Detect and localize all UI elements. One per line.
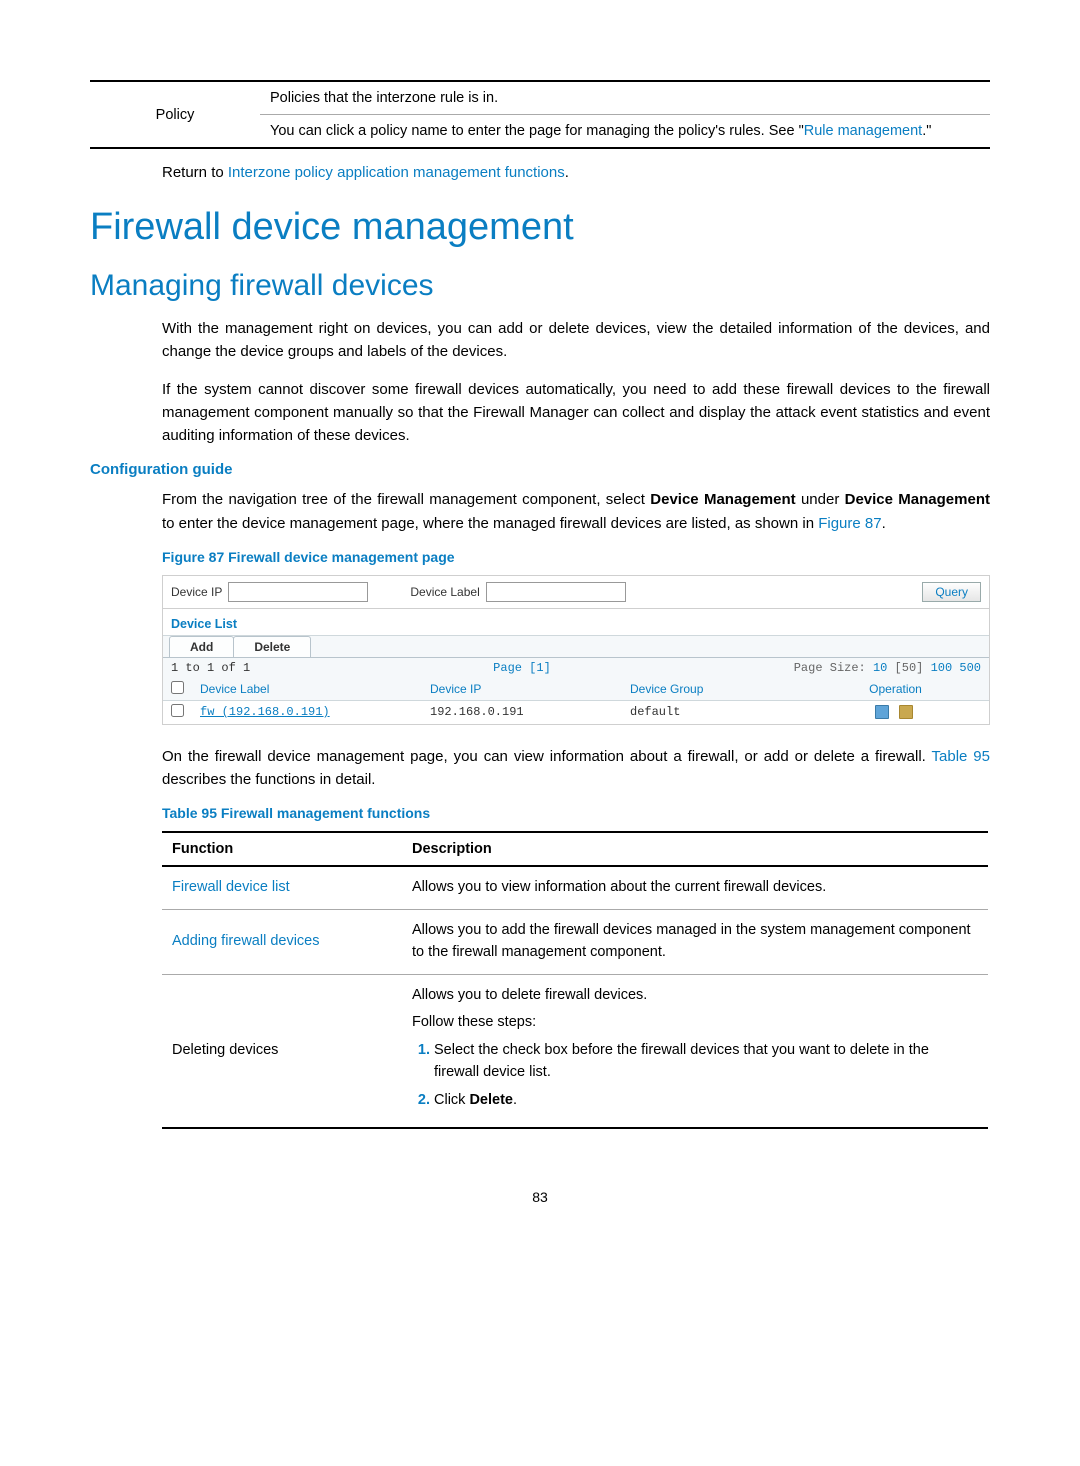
adding-firewall-devices-link[interactable]: Adding firewall devices bbox=[172, 933, 320, 949]
row-device-ip: 192.168.0.191 bbox=[422, 700, 622, 724]
figure-87-link[interactable]: Figure 87 bbox=[818, 515, 881, 532]
para4-b: describes the functions in detail. bbox=[162, 771, 375, 788]
page-size-50: [50] bbox=[887, 661, 930, 675]
cfg-a: From the navigation tree of the firewall… bbox=[162, 491, 650, 508]
device-ip-label: Device IP bbox=[171, 585, 222, 599]
device-list-toolbar: Add Delete bbox=[163, 636, 989, 658]
r3-step2: Click Delete. bbox=[434, 1090, 978, 1112]
cfg-d: Device Management bbox=[845, 491, 990, 508]
r3-desc: Allows you to delete firewall devices. F… bbox=[402, 974, 988, 1128]
config-para: From the navigation tree of the firewall… bbox=[162, 488, 990, 535]
th-function: Function bbox=[162, 832, 402, 866]
device-ip-input[interactable] bbox=[228, 582, 368, 602]
table-95-link[interactable]: Table 95 bbox=[932, 748, 990, 765]
device-table: Device Label Device IP Device Group Oper… bbox=[163, 678, 989, 724]
device-label-input[interactable] bbox=[486, 582, 626, 602]
figure-caption: Figure 87 Firewall device management pag… bbox=[162, 549, 990, 565]
policy-line2-b: ." bbox=[922, 123, 931, 139]
cfg-b: Device Management bbox=[650, 491, 795, 508]
page-size-500[interactable]: 500 bbox=[952, 661, 981, 675]
cfg-e: to enter the device management page, whe… bbox=[162, 515, 818, 532]
search-bar: Device IP Device Label Query bbox=[163, 575, 989, 609]
device-list-header: Device List bbox=[163, 609, 989, 636]
col-device-group: Device Group bbox=[622, 678, 802, 701]
r3-line2: Follow these steps: bbox=[412, 1012, 978, 1034]
table-caption: Table 95 Firewall management functions bbox=[162, 805, 990, 821]
policy-label: Policy bbox=[90, 81, 260, 148]
pagination-row: 1 to 1 of 1 Page [1] Page Size: 10 [50] … bbox=[163, 658, 989, 678]
r3-line1: Allows you to delete firewall devices. bbox=[412, 985, 978, 1007]
page-size-100[interactable]: 100 bbox=[931, 661, 953, 675]
policy-line2-a: You can click a policy name to enter the… bbox=[270, 123, 804, 139]
query-button[interactable]: Query bbox=[922, 582, 981, 602]
edit-icon[interactable] bbox=[875, 705, 889, 719]
col-device-label: Device Label bbox=[192, 678, 422, 701]
firewall-device-list-link[interactable]: Firewall device list bbox=[172, 879, 290, 895]
add-button[interactable]: Add bbox=[169, 636, 234, 657]
page-size-10[interactable]: 10 bbox=[873, 661, 887, 675]
page-number: 83 bbox=[90, 1189, 990, 1205]
range-label: 1 to 1 of 1 bbox=[171, 661, 250, 675]
r3-step2c: . bbox=[513, 1092, 517, 1108]
psz-prefix: Page Size: bbox=[794, 661, 873, 675]
r2-desc: Allows you to add the firewall devices m… bbox=[402, 910, 988, 975]
deleting-devices-label: Deleting devices bbox=[162, 974, 402, 1128]
policy-desc-line2: You can click a policy name to enter the… bbox=[260, 115, 990, 149]
section-title: Managing firewall devices bbox=[90, 269, 990, 303]
col-operation: Operation bbox=[802, 678, 989, 701]
page-size-selector: Page Size: 10 [50] 100 500 bbox=[794, 661, 981, 675]
cfg-c: under bbox=[796, 491, 845, 508]
config-guide-heading: Configuration guide bbox=[90, 461, 990, 478]
policy-table: Policy Policies that the interzone rule … bbox=[90, 80, 990, 149]
return-prefix: Return to bbox=[162, 164, 228, 181]
policy-desc-line1: Policies that the interzone rule is in. bbox=[260, 81, 990, 115]
r1-desc: Allows you to view information about the… bbox=[402, 866, 988, 909]
r3-step2b: Delete bbox=[469, 1092, 513, 1108]
return-line: Return to Interzone policy application m… bbox=[162, 164, 990, 181]
col-device-ip: Device IP bbox=[422, 678, 622, 701]
row-checkbox[interactable] bbox=[171, 704, 184, 717]
th-description: Description bbox=[402, 832, 988, 866]
row-device-label[interactable]: fw (192.168.0.191) bbox=[192, 700, 422, 724]
cfg-g: . bbox=[882, 515, 886, 532]
rule-management-link[interactable]: Rule management bbox=[804, 123, 923, 139]
firewall-screenshot: Device IP Device Label Query Device List… bbox=[162, 575, 990, 725]
para4-a: On the firewall device management page, … bbox=[162, 748, 932, 765]
interzone-link[interactable]: Interzone policy application management … bbox=[228, 164, 565, 181]
functions-table: Function Description Firewall device lis… bbox=[162, 831, 988, 1129]
page-indicator: Page [1] bbox=[250, 661, 794, 675]
return-suffix: . bbox=[565, 164, 569, 181]
row-device-group: default bbox=[622, 700, 802, 724]
delete-button[interactable]: Delete bbox=[233, 636, 311, 657]
r3-step2a: Click bbox=[434, 1092, 469, 1108]
page-title: Firewall device management bbox=[90, 206, 990, 249]
device-label-label: Device Label bbox=[410, 585, 479, 599]
table-row: fw (192.168.0.191) 192.168.0.191 default bbox=[163, 700, 989, 724]
intro-para-1: With the management right on devices, yo… bbox=[162, 317, 990, 364]
select-all-checkbox[interactable] bbox=[171, 681, 184, 694]
para4: On the firewall device management page, … bbox=[162, 745, 990, 792]
sync-icon[interactable] bbox=[899, 705, 913, 719]
intro-para-2: If the system cannot discover some firew… bbox=[162, 378, 990, 448]
r3-step1: Select the check box before the firewall… bbox=[434, 1040, 978, 1084]
